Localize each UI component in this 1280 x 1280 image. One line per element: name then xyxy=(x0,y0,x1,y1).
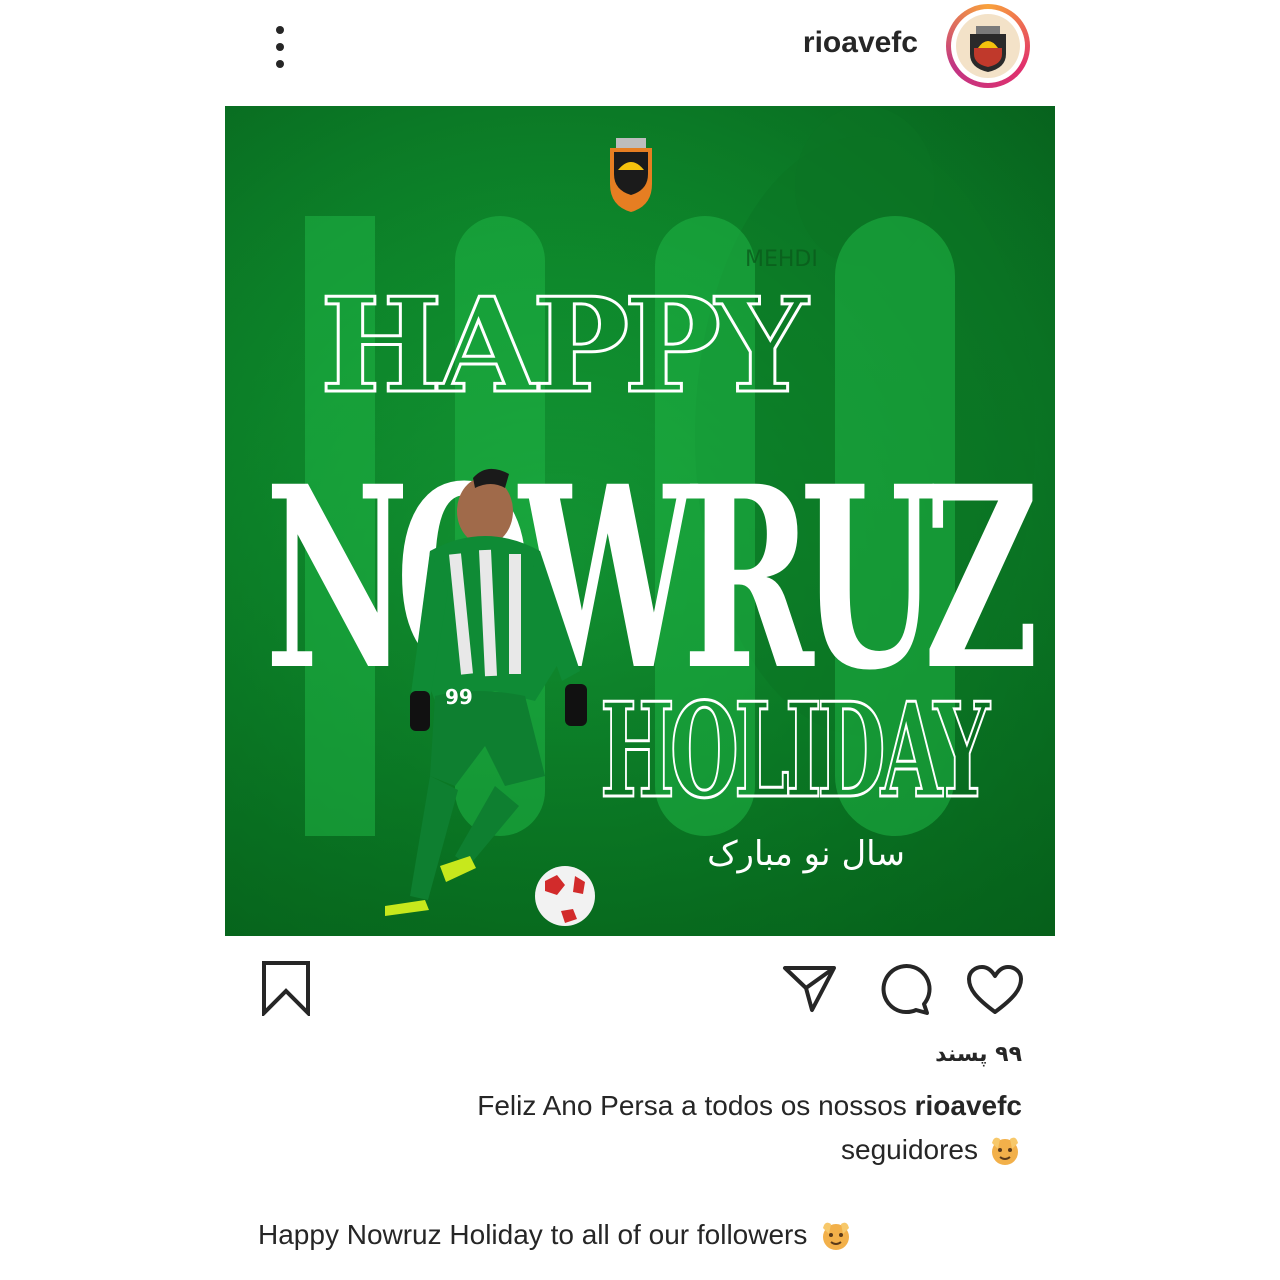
profile-avatar[interactable] xyxy=(946,4,1030,88)
headline-holiday: HOLIDAY xyxy=(600,674,991,827)
club-crest xyxy=(610,138,652,212)
bookmark-icon[interactable] xyxy=(260,960,312,1016)
caption-text: Happy Nowruz Holiday to all of our follo… xyxy=(258,1219,808,1250)
football xyxy=(535,866,595,926)
post-image[interactable]: HAPPY NOWRUZ HOLIDAY MEHDI 99 سال نو مبا… xyxy=(225,106,1055,936)
club-crest-icon xyxy=(956,14,1020,78)
comment-icon[interactable] xyxy=(876,962,932,1018)
face-with-hands-up-emoji xyxy=(823,1222,850,1250)
caption-text: Feliz Ano Persa a todos os nossos xyxy=(477,1090,915,1121)
headline-happy: HAPPY xyxy=(320,269,810,422)
face-with-hands-up-emoji xyxy=(992,1137,1018,1165)
more-options-icon[interactable] xyxy=(268,26,292,68)
dot xyxy=(276,43,284,51)
send-icon[interactable] xyxy=(782,962,838,1014)
dot xyxy=(276,26,284,34)
caption-username[interactable]: rioavefc xyxy=(915,1090,1022,1121)
caption-text: seguidores xyxy=(841,1134,978,1165)
heart-icon[interactable] xyxy=(966,964,1024,1016)
caption-line-2: seguidores xyxy=(841,1133,1022,1167)
caption-line-1: Feliz Ano Persa a todos os nossos rioave… xyxy=(477,1090,1022,1122)
post-username[interactable]: rioavefc xyxy=(803,26,918,60)
arabic-greeting: سال نو مبارک xyxy=(707,834,905,874)
nowruz-poster-graphic: HAPPY NOWRUZ HOLIDAY MEHDI 99 xyxy=(225,106,1055,936)
caption-line-3: Happy Nowruz Holiday to all of our follo… xyxy=(258,1218,853,1252)
like-count[interactable]: ۹۹ پسند xyxy=(935,1042,1022,1067)
player-number: 99 xyxy=(445,685,473,709)
shirt-name: MEHDI xyxy=(745,247,818,272)
dot xyxy=(276,60,284,68)
